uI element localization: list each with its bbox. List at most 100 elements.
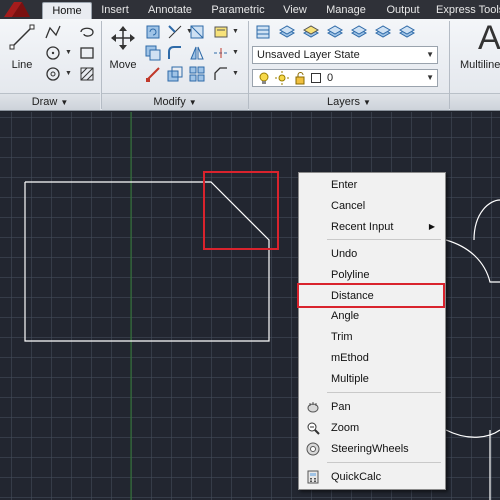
layers-panel-title[interactable]: Layers ▼ xyxy=(249,93,449,110)
chamfer-button[interactable] xyxy=(212,65,230,83)
tab-home[interactable]: Home xyxy=(42,2,92,19)
arc-button[interactable] xyxy=(44,65,62,83)
tab-express-tools[interactable]: Express Tools xyxy=(432,2,500,19)
chevron-down-icon: ▼ xyxy=(363,98,371,107)
copy-button[interactable] xyxy=(144,44,162,62)
chamfer-icon xyxy=(214,67,227,80)
circle-button[interactable] xyxy=(44,44,62,62)
tab-view[interactable]: View xyxy=(276,2,314,19)
layer-properties-button[interactable] xyxy=(254,23,272,41)
menu-separator xyxy=(327,392,441,393)
hatch-pattern-button[interactable] xyxy=(78,65,96,83)
context-menu: Enter Cancel Recent Input ▶ Undo Polyline… xyxy=(298,172,446,490)
chevron-down-icon: ▼ xyxy=(188,98,197,107)
menu-item-trim[interactable]: Trim xyxy=(301,327,443,347)
tab-output[interactable]: Output xyxy=(378,2,428,19)
layer-state-button-3[interactable] xyxy=(326,23,344,41)
offset-dropdown-icon[interactable]: ▼ xyxy=(232,49,239,56)
menu-item-enter[interactable]: Enter xyxy=(301,175,443,195)
menu-item-angle[interactable]: Angle xyxy=(301,306,443,326)
menu-item-label: Polyline xyxy=(331,269,370,281)
rectangle-button[interactable] xyxy=(78,44,96,62)
autocad-logo-icon xyxy=(4,2,30,17)
menu-item-multiple[interactable]: Multiple xyxy=(301,369,443,389)
polyline-button[interactable] xyxy=(44,23,62,41)
menu-item-label: Zoom xyxy=(331,422,360,434)
tab-manage[interactable]: Manage xyxy=(318,2,374,19)
trim-button[interactable] xyxy=(166,23,184,41)
menu-item-method[interactable]: mEthod xyxy=(301,348,443,368)
stretch-button[interactable] xyxy=(144,65,162,83)
menu-item-pan[interactable]: Pan xyxy=(301,397,443,417)
scale-button[interactable] xyxy=(166,65,184,83)
layer-state-button-5[interactable] xyxy=(374,23,392,41)
draw-panel-title-label: Draw xyxy=(31,96,58,108)
tab-annotate[interactable]: Annotate xyxy=(140,2,200,19)
layer-state-button-6[interactable] xyxy=(398,23,416,41)
circle-dropdown-icon[interactable]: ▼ xyxy=(65,49,72,56)
menu-item-steeringwheels[interactable]: SteeringWheels xyxy=(301,439,443,459)
layer-state-button-1[interactable] xyxy=(278,23,296,41)
layer-state-button-2[interactable] xyxy=(302,23,320,41)
tab-insert[interactable]: Insert xyxy=(94,2,136,19)
layer-state-dropdown[interactable]: Unsaved Layer State ▼ xyxy=(252,46,438,64)
annotation-panel-title[interactable] xyxy=(450,93,500,110)
chevron-down-icon: ▼ xyxy=(426,50,434,59)
fillet-button[interactable] xyxy=(166,44,184,62)
multiline-text-label[interactable]: Multiline xyxy=(460,59,500,71)
mirror-icon xyxy=(190,46,204,60)
circle-icon xyxy=(46,46,60,60)
chamfer-dropdown-icon[interactable]: ▼ xyxy=(232,70,239,77)
tab-parametric[interactable]: Parametric xyxy=(204,2,272,19)
copy-icon xyxy=(145,45,161,61)
layer-properties-icon xyxy=(256,25,270,39)
erase-dropdown-icon[interactable]: ▼ xyxy=(232,28,239,35)
explode-icon xyxy=(190,25,204,39)
erase-button[interactable] xyxy=(212,23,230,41)
explode-button[interactable] xyxy=(188,23,206,41)
mirror-button[interactable] xyxy=(188,44,206,62)
menu-item-quickcalc[interactable]: QuickCalc xyxy=(301,467,443,487)
layer-color-swatch xyxy=(311,73,321,83)
menu-item-label: mEthod xyxy=(331,352,369,364)
rotate-button[interactable] xyxy=(144,23,162,41)
layer-freeze-icon xyxy=(326,25,344,38)
move-button[interactable] xyxy=(110,25,136,51)
layers-panel-title-label: Layers xyxy=(327,96,361,108)
menu-item-label: SteeringWheels xyxy=(331,443,409,455)
menu-item-undo[interactable]: Undo xyxy=(301,244,443,264)
zoom-icon xyxy=(306,421,320,435)
highlight-chamfer-corner xyxy=(203,171,279,250)
arc-dropdown-icon[interactable]: ▼ xyxy=(65,70,72,77)
menu-item-cancel[interactable]: Cancel xyxy=(301,196,443,216)
lightbulb-icon xyxy=(257,71,271,90)
modify-panel-title[interactable]: Modify ▼ xyxy=(102,93,248,110)
menu-item-label: Pan xyxy=(331,401,351,413)
menu-item-polyline[interactable]: Polyline xyxy=(301,265,443,285)
layer-lock-icon xyxy=(350,25,368,38)
layer-off-icon xyxy=(374,25,392,38)
draw-panel-title[interactable]: Draw ▼ xyxy=(0,93,100,110)
submenu-arrow-icon: ▶ xyxy=(428,222,435,231)
menu-item-recent-input[interactable]: Recent Input ▶ xyxy=(301,217,443,237)
hatch-icon xyxy=(80,67,94,81)
line-icon xyxy=(9,24,35,50)
current-layer-value: 0 xyxy=(327,72,334,84)
multiline-text-icon[interactable]: A xyxy=(478,19,500,58)
spline-icon xyxy=(80,27,94,37)
ribbon-tab-bar: Home Insert Annotate Parametric View Man… xyxy=(0,0,500,19)
application-menu-button[interactable] xyxy=(0,0,40,19)
pan-icon xyxy=(306,400,320,414)
line-button[interactable] xyxy=(8,23,36,51)
layer-state-button-4[interactable] xyxy=(350,23,368,41)
move-icon xyxy=(111,26,135,50)
hatch-button[interactable] xyxy=(78,23,96,41)
stretch-icon xyxy=(146,67,160,82)
layer-dropdown[interactable]: 0 ▼ xyxy=(252,69,438,87)
menu-item-zoom[interactable]: Zoom xyxy=(301,418,443,438)
move-label: Move xyxy=(109,59,137,71)
offset-button[interactable] xyxy=(212,44,230,62)
erase-icon xyxy=(214,26,228,38)
menu-item-label: QuickCalc xyxy=(331,471,382,483)
array-button[interactable] xyxy=(188,65,206,83)
